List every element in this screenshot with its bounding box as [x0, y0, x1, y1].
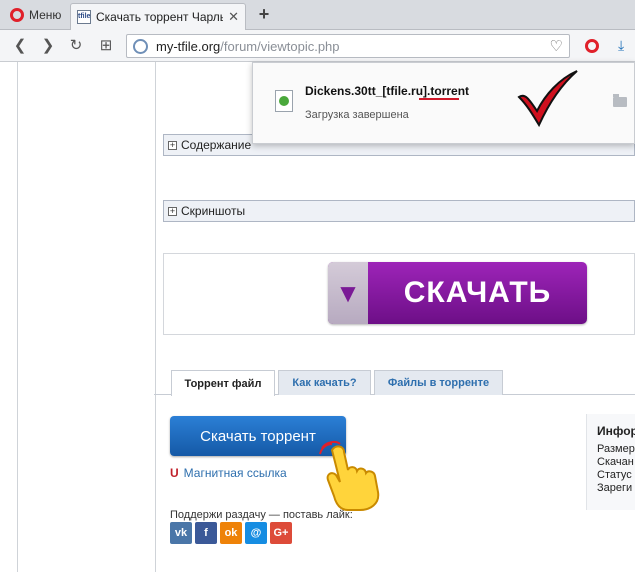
browser-tab[interactable]: tfile Скачать торрент Чарльз / ✕ — [70, 3, 246, 30]
download-banner-button[interactable]: ▼ СКАЧАТЬ — [328, 262, 587, 324]
opera-logo-icon — [10, 8, 24, 22]
opera-extension-icon[interactable] — [585, 39, 599, 53]
info-panel: Инфор Размер Скачан Статус Зареги — [586, 414, 635, 510]
reload-icon[interactable]: ↻ — [66, 36, 86, 56]
info-registered: Зареги — [597, 482, 633, 494]
address-host: my-tfile.org — [156, 38, 221, 54]
address-bar[interactable]: my-tfile.org/forum/viewtopic.php ♡ — [126, 34, 570, 58]
new-tab-button[interactable]: + — [254, 4, 274, 24]
spoiler-label: Скриншоты — [181, 204, 246, 218]
left-column — [17, 62, 156, 572]
magnet-label: Магнитная ссылка — [183, 466, 287, 480]
close-tab-icon[interactable]: ✕ — [228, 9, 239, 25]
site-security-icon[interactable] — [133, 38, 148, 54]
download-arrow-icon: ▼ — [328, 262, 368, 324]
forward-icon[interactable]: ❯ — [38, 36, 58, 56]
bookmark-heart-icon[interactable]: ♡ — [550, 37, 563, 55]
checkmark-icon — [517, 70, 578, 128]
tab-how-to-download[interactable]: Как качать? — [278, 370, 371, 395]
downloads-icon[interactable]: ⤓ — [618, 35, 635, 55]
magnet-icon: U — [170, 466, 179, 480]
moimir-icon[interactable]: @ — [245, 522, 267, 544]
expand-icon: + — [168, 139, 177, 150]
annotation-underline — [419, 98, 459, 100]
download-filename[interactable]: Dickens.30tt_[tfile.ru].torrent — [305, 84, 469, 98]
spoiler-screenshots[interactable]: + Скриншоты — [163, 200, 635, 222]
facebook-icon[interactable]: f — [195, 522, 217, 544]
googleplus-icon[interactable]: G+ — [270, 522, 292, 544]
address-path: /forum/viewtopic.php — [220, 38, 340, 54]
vk-icon[interactable]: vk — [170, 522, 192, 544]
tab-torrent-file[interactable]: Торрент файл — [171, 370, 275, 396]
social-buttons: vk f ok @ G+ — [170, 522, 292, 544]
tfile-favicon-icon: tfile — [77, 10, 91, 24]
magnet-link[interactable]: U Магнитная ссылка — [170, 466, 287, 480]
odnoklassniki-icon[interactable]: ok — [220, 522, 242, 544]
info-downloaded: Скачан — [597, 456, 634, 468]
open-folder-icon[interactable] — [613, 94, 627, 107]
info-title: Инфор — [597, 424, 635, 438]
torrent-tabs: Торрент файл Как качать? Файлы в торрент… — [154, 368, 635, 396]
download-status: Загрузка завершена — [305, 109, 409, 121]
spoiler-label: Содержание — [181, 138, 252, 152]
speed-dial-icon[interactable]: ⊞ — [96, 36, 116, 56]
downloads-popup: Dickens.30tt_[tfile.ru].torrent Загрузка… — [252, 62, 635, 144]
menu-label: Меню — [29, 8, 62, 22]
utorrent-file-icon — [275, 90, 293, 112]
info-size: Размер — [597, 443, 635, 455]
back-icon[interactable]: ❮ — [10, 36, 30, 56]
expand-icon: + — [168, 205, 177, 216]
pointing-hand-icon — [319, 440, 380, 511]
download-banner-label: СКАЧАТЬ — [403, 276, 552, 309]
menu-button[interactable]: Меню — [4, 4, 67, 26]
tab-title: Скачать торрент Чарльз / — [96, 10, 224, 24]
tab-strip: Меню tfile Скачать торрент Чарльз / ✕ + — [0, 0, 635, 30]
info-status: Статус — [597, 469, 632, 481]
browser-toolbar: ❮ ❯ ↻ ⊞ my-tfile.org/forum/viewtopic.php… — [0, 30, 635, 62]
tab-files-in-torrent[interactable]: Файлы в торренте — [374, 370, 503, 395]
